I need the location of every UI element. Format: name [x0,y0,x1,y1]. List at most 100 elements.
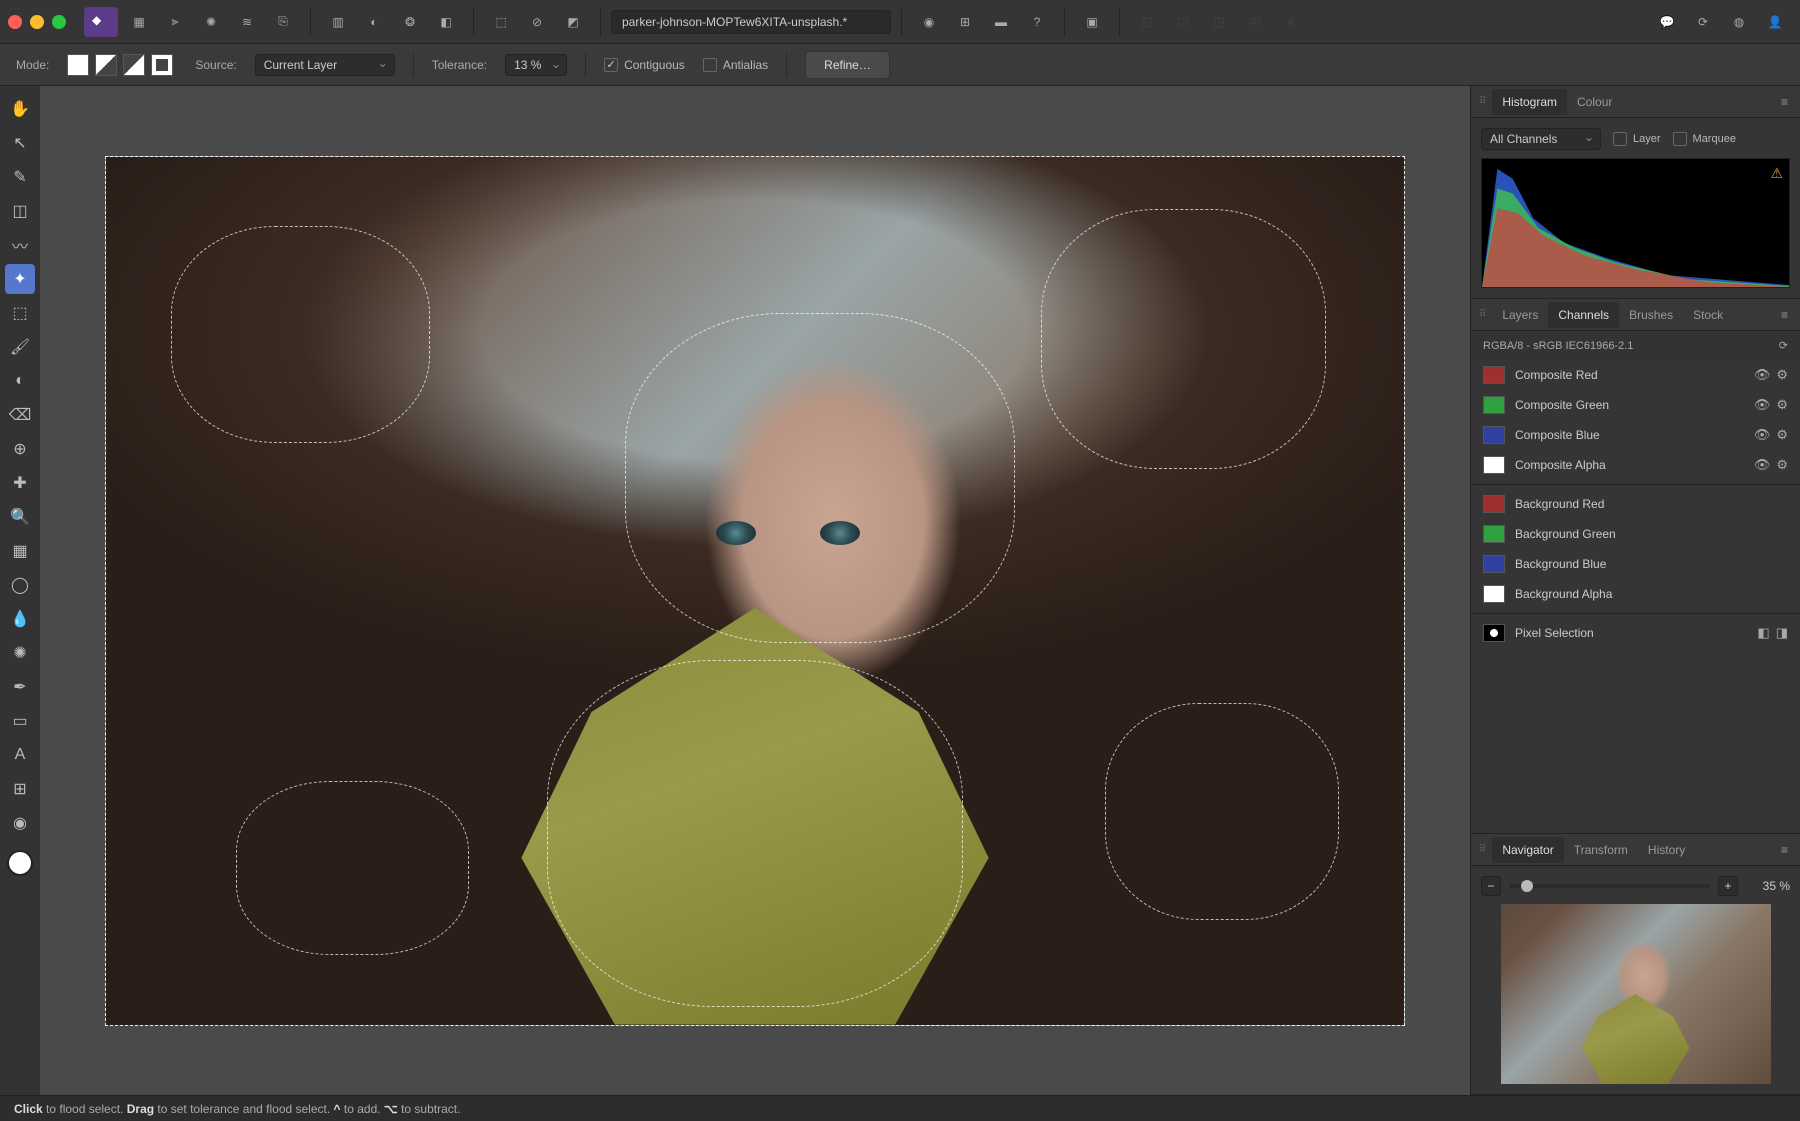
invert-selection-channel-icon[interactable]: ◨ [1776,625,1788,641]
visibility-icon[interactable]: 👁 [1754,427,1771,443]
arrange-back-icon[interactable]: ◱ [1130,7,1164,37]
visibility-icon[interactable]: 👁 [1754,397,1771,413]
persona-develop[interactable]: ✺ [194,7,228,37]
panel-menu-icon[interactable]: ≡ [1777,839,1792,861]
mask-from-selection-icon[interactable]: ◧ [1757,625,1769,641]
persona-photo[interactable]: ▦ [122,7,156,37]
edit-channel-icon[interactable]: ⚙ [1776,457,1788,473]
adjustments-icon[interactable]: ◐ [357,7,391,37]
help-icon[interactable]: ◍ [1722,7,1756,37]
panel-menu-icon[interactable]: ≡ [1777,304,1792,326]
smudge-tool[interactable]: 💧 [5,604,35,634]
assistant-icon[interactable]: ? [1020,7,1054,37]
move-tool[interactable]: ↖ [5,128,35,158]
tab-brushes[interactable]: Brushes [1619,302,1683,328]
source-dropdown[interactable]: Current Layer [255,54,395,76]
channel-row[interactable]: Background Green [1471,519,1800,549]
arrange-backward-icon[interactable]: ◲ [1166,7,1200,37]
persona-tonemap[interactable]: ≋ [230,7,264,37]
contiguous-checkbox[interactable]: ✓ Contiguous [604,58,685,72]
erase-tool[interactable]: ⌫ [5,400,35,430]
color-wheel-icon[interactable]: ❂ [393,7,427,37]
marquee-tool[interactable]: ⬚ [5,298,35,328]
arrange-forward-icon[interactable]: ◳ [1202,7,1236,37]
channel-row[interactable]: Background Red [1471,489,1800,519]
text-tool[interactable]: A [5,740,35,770]
zoom-out-button[interactable]: − [1481,876,1501,896]
sync-icon[interactable]: ⟳ [1686,7,1720,37]
gradient-tool[interactable]: ▦ [5,536,35,566]
refine-button[interactable]: Refine… [805,51,890,79]
foreground-color-swatch[interactable] [7,850,33,876]
snapping-icon[interactable]: ⊞ [948,7,982,37]
tolerance-input[interactable]: 13 % [505,54,567,76]
channel-row[interactable]: Composite Blue👁⚙ [1471,420,1800,450]
zoom-in-button[interactable]: + [1718,876,1738,896]
tab-stock[interactable]: Stock [1683,302,1733,328]
view-tool[interactable]: ◉ [5,808,35,838]
paint-brush-tool[interactable]: 🖌 [5,332,35,362]
hand-tool[interactable]: ✋ [5,94,35,124]
tab-transform[interactable]: Transform [1564,837,1638,863]
close-window-button[interactable] [8,15,22,29]
align-icon[interactable]: ≡ [1274,7,1308,37]
channel-row[interactable]: Composite Green👁⚙ [1471,390,1800,420]
pen-tool[interactable]: ✒ [5,672,35,702]
visibility-icon[interactable]: 👁 [1754,457,1771,473]
zoom-value[interactable]: 35 % [1746,879,1790,893]
edit-channel-icon[interactable]: ⚙ [1776,367,1788,383]
edit-channel-icon[interactable]: ⚙ [1776,397,1788,413]
swatches-icon[interactable]: ◧ [429,7,463,37]
document-title[interactable]: parker-johnson-MOPTew6XITA-unsplash.* [611,10,891,34]
account-icon[interactable]: 👤 [1758,7,1792,37]
inpainting-tool[interactable]: ✚ [5,468,35,498]
live-filter-icon[interactable]: ▣ [1075,7,1109,37]
crop-tool[interactable]: ◫ [5,196,35,226]
visibility-icon[interactable]: 👁 [1754,367,1771,383]
deselect-icon[interactable]: ⊘ [520,7,554,37]
mode-intersect-button[interactable] [151,54,173,76]
tab-history[interactable]: History [1638,837,1695,863]
canvas-area[interactable] [40,86,1470,1095]
mode-subtract-button[interactable] [123,54,145,76]
zoom-slider[interactable] [1509,884,1710,888]
blur-brush-tool[interactable]: ◐ [5,366,35,396]
refresh-icon[interactable]: ⟳ [1779,339,1788,352]
stock-icon[interactable]: ▥ [321,7,355,37]
crop-mode-icon[interactable]: ▬ [984,7,1018,37]
panel-grip-icon[interactable]: ⠿ [1479,844,1486,855]
tab-layers[interactable]: Layers [1492,302,1548,328]
record-icon[interactable]: ◉ [912,7,946,37]
tab-channels[interactable]: Channels [1548,302,1619,328]
channel-row[interactable]: Composite Red👁⚙ [1471,360,1800,390]
panel-grip-icon[interactable]: ⠿ [1479,309,1486,320]
navigator-preview[interactable] [1501,904,1771,1084]
tab-histogram[interactable]: Histogram [1492,89,1567,115]
flood-select-tool[interactable]: ✦ [5,264,35,294]
arrange-front-icon[interactable]: ◰ [1238,7,1272,37]
rectangle-tool[interactable]: ▭ [5,706,35,736]
channel-row[interactable]: Background Blue [1471,549,1800,579]
channel-row[interactable]: Composite Alpha👁⚙ [1471,450,1800,480]
persona-liquify[interactable]: ⫸ [158,7,192,37]
sponge-tool[interactable]: ✺ [5,638,35,668]
persona-export[interactable]: ⎘ [266,7,300,37]
histogram-channels-dropdown[interactable]: All Channels [1481,128,1601,150]
chat-icon[interactable]: 💬 [1650,7,1684,37]
histogram-marquee-checkbox[interactable]: Marquee [1673,132,1736,146]
panel-grip-icon[interactable]: ⠿ [1479,96,1486,107]
app-logo[interactable]: ◆ [84,7,118,37]
antialias-checkbox[interactable]: Antialias [703,58,768,72]
color-picker-tool[interactable]: ✎ [5,162,35,192]
edit-channel-icon[interactable]: ⚙ [1776,427,1788,443]
tab-navigator[interactable]: Navigator [1492,837,1563,863]
zoom-tool[interactable]: 🔍 [5,502,35,532]
tab-colour[interactable]: Colour [1567,89,1622,115]
mode-new-button[interactable] [67,54,89,76]
minimize-window-button[interactable] [30,15,44,29]
channel-pixel-selection[interactable]: Pixel Selection ◧ ◨ [1471,618,1800,648]
dodge-tool[interactable]: ◯ [5,570,35,600]
clone-tool[interactable]: ⊕ [5,434,35,464]
panel-menu-icon[interactable]: ≡ [1777,91,1792,113]
maximize-window-button[interactable] [52,15,66,29]
